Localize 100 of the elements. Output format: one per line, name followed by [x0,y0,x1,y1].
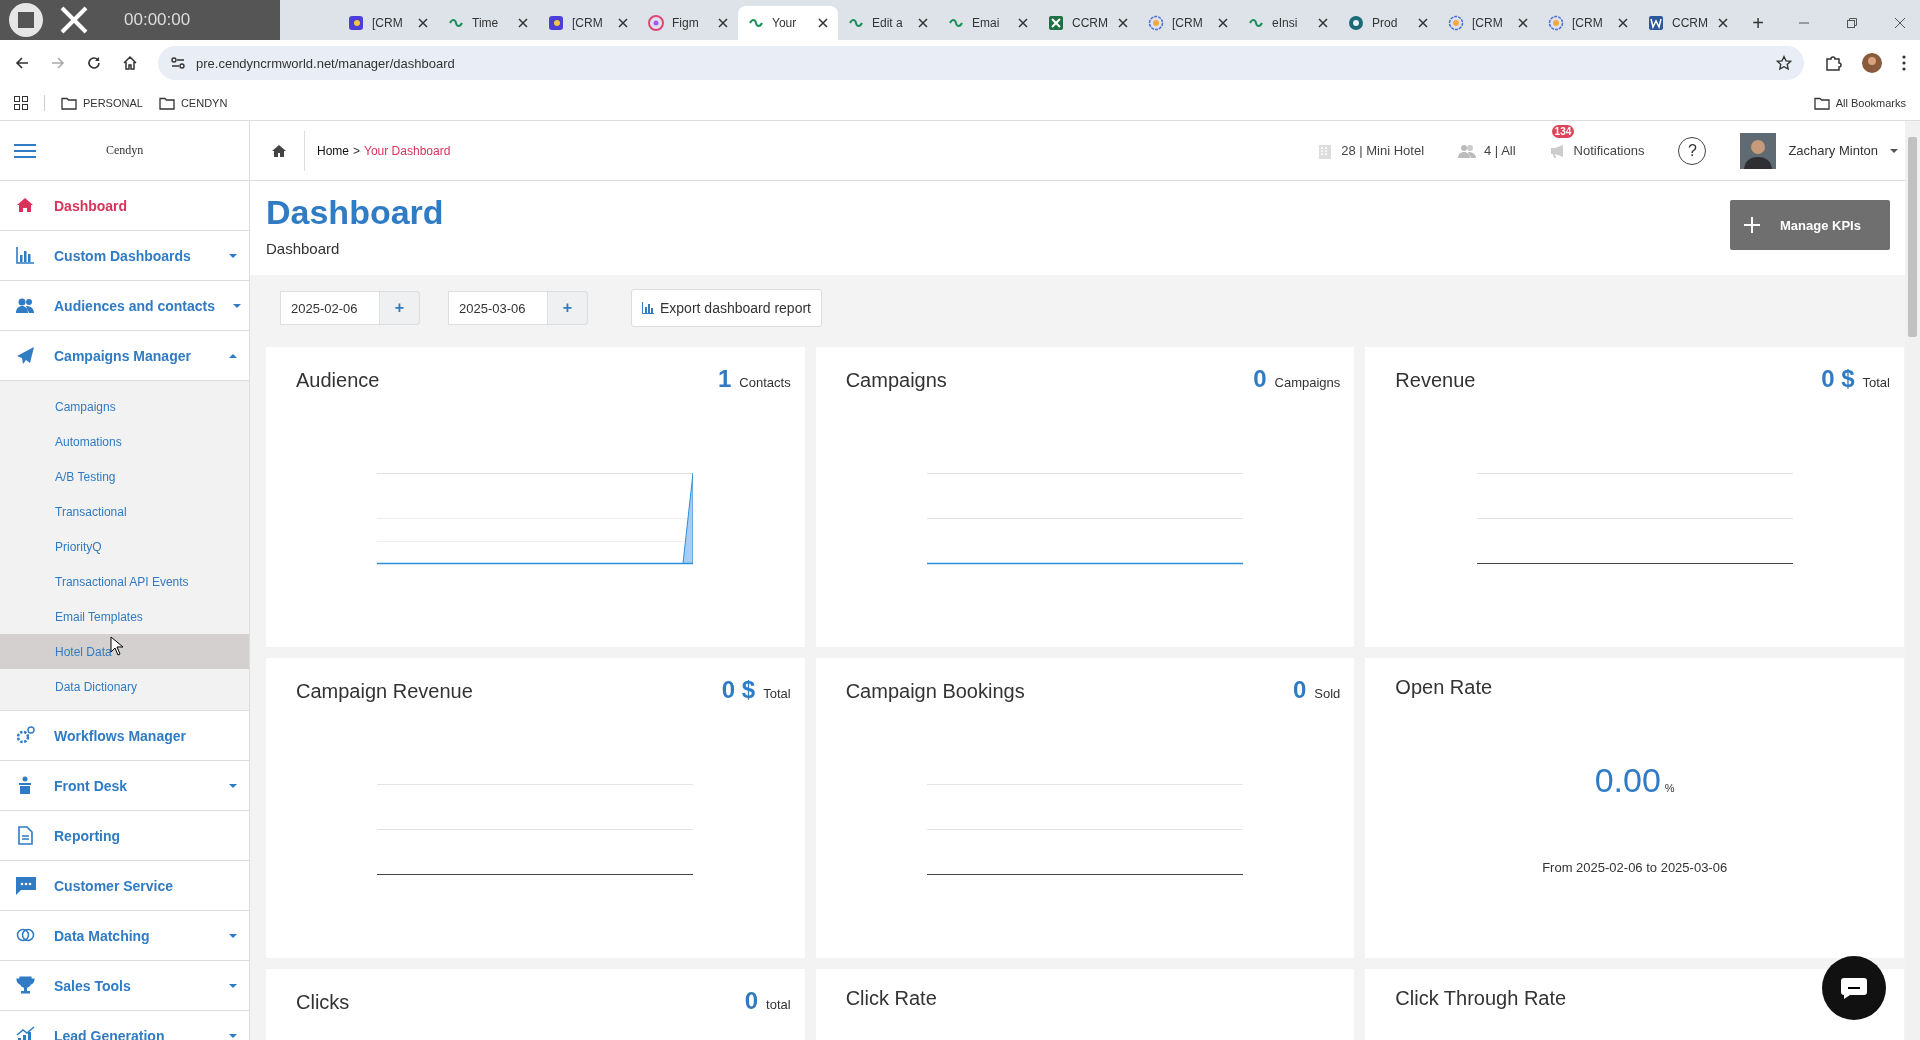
page-subtitle: Dashboard [266,240,341,257]
manage-kpis-button[interactable]: Manage KPIs [1730,200,1890,250]
browser-tab[interactable]: [CRM [338,6,438,40]
date-field[interactable]: 2025-03-06 [448,291,548,325]
date-field[interactable]: 2025-02-06 [280,291,380,325]
star-icon[interactable] [1776,55,1792,71]
nav-item[interactable]: Dashboard [0,181,249,231]
property-selector[interactable]: 28 | Mini Hotel [1317,142,1425,159]
help-button[interactable]: ? [1678,136,1707,165]
menu-icon[interactable] [14,142,36,159]
puzzle-icon[interactable] [1824,54,1842,72]
logo: Cendyn [106,143,144,158]
browser-tab[interactable]: [CRM [538,6,638,40]
export-button[interactable]: Export dashboard report [631,289,822,327]
submenu-item[interactable]: PriorityQ [0,529,249,564]
gears-icon [16,725,36,746]
growth-chart-icon [16,1025,36,1040]
nav-item[interactable]: Data Matching [0,911,249,961]
nav-item[interactable]: Custom Dashboards [0,231,249,281]
submenu-item[interactable]: Transactional [0,494,249,529]
close-icon[interactable] [1618,18,1628,28]
address-bar[interactable]: pre.cendyncrmworld.net/manager/dashboard [158,46,1804,80]
close-icon[interactable] [1418,18,1428,28]
back-icon[interactable] [14,55,30,71]
nav-item[interactable]: Audiences and contacts [0,281,249,331]
restore-icon[interactable] [1846,17,1858,29]
close-icon[interactable] [1518,18,1528,28]
home-icon[interactable] [122,55,138,71]
close-icon[interactable] [1018,18,1028,28]
close-icon[interactable] [1218,18,1228,28]
submenu-item[interactable]: Automations [0,424,249,459]
close-icon[interactable] [1118,18,1128,28]
add-date-button[interactable]: + [380,291,420,325]
close-icon[interactable] [618,18,628,28]
close-icon[interactable] [918,18,928,28]
close-icon[interactable] [518,18,528,28]
bookmarks-folder[interactable]: All Bookmarks [1813,96,1906,110]
browser-tab[interactable]: CCRM [1638,6,1738,40]
browser-tab[interactable]: Emai [938,6,1038,40]
close-icon[interactable] [418,18,428,28]
people-icon [1458,143,1477,158]
user-menu[interactable]: Zachary Minton [1740,132,1898,169]
site-settings-icon[interactable] [170,55,186,71]
home-icon[interactable] [272,143,286,158]
folder-icon [158,96,175,110]
browser-tab[interactable]: [CRM [1438,6,1538,40]
kpi-value: 0 $ [721,676,756,704]
close-icon[interactable] [818,18,828,28]
new-tab-button[interactable]: + [1738,6,1778,40]
browser-tab[interactable]: Prod [1338,6,1438,40]
browser-tab[interactable]: Your [738,6,838,40]
kpi-unit: Total [1862,375,1890,390]
trophy-icon [16,975,36,996]
kpi-value: 0.00 [1594,761,1661,799]
more-icon[interactable] [1902,55,1906,71]
submenu-item[interactable]: Email Templates [0,599,249,634]
page-title: Dashboard [266,193,444,232]
nav-item[interactable]: Customer Service [0,861,249,911]
submenu-item[interactable]: Transactional API Events [0,564,249,599]
browser-tab[interactable]: eInsi [1238,6,1338,40]
browser-tab[interactable]: Time [438,6,538,40]
close-icon[interactable] [1318,18,1328,28]
megaphone-icon [1549,143,1566,158]
submenu-item[interactable]: Data Dictionary [0,669,249,704]
reload-icon[interactable] [86,55,102,71]
nav-item[interactable]: Lead Generation [0,1011,249,1040]
nav-item[interactable]: Sales Tools [0,961,249,1011]
stop-icon[interactable] [6,0,46,40]
nav-item[interactable]: Workflows Manager [0,711,249,761]
nav-item[interactable]: Front Desk [0,761,249,811]
bookmark-folder[interactable]: PERSONAL [61,96,143,110]
user-group-selector[interactable]: 4 | All [1458,143,1516,158]
spreadsheet-icon [1048,15,1064,31]
breadcrumb-link[interactable]: Home [317,143,349,158]
circle-icon [1348,15,1364,31]
paper-plane-icon [16,345,36,366]
bookmark-folder[interactable]: CENDYN [158,96,228,110]
close-icon[interactable] [718,18,728,28]
add-date-button[interactable]: + [548,291,588,325]
browser-tab[interactable]: Edit a [838,6,938,40]
close-icon[interactable] [1894,17,1906,29]
apps-grid-icon[interactable] [14,96,28,110]
dotted-circle-icon [1548,15,1564,31]
close-icon[interactable] [1718,18,1728,28]
browser-tab[interactable]: [CRM [1538,6,1638,40]
kpi-unit: % [1664,782,1675,794]
card-title: Audience [296,369,380,392]
card-title: Campaigns [845,369,947,392]
browser-tab[interactable]: CCRM [1038,6,1138,40]
browser-tab[interactable]: [CRM [1138,6,1238,40]
avatar-icon[interactable] [1862,53,1882,73]
browser-tab[interactable]: Figm [638,6,738,40]
submenu-item[interactable]: Campaigns [0,389,249,424]
card-title: Campaign Revenue [296,680,473,703]
building-icon [1317,142,1334,159]
nav-item[interactable]: Reporting [0,811,249,861]
recording-timer: 00:00:00 [124,10,191,30]
submenu-item[interactable]: A/B Testing [0,459,249,494]
notification-count: 134 [1551,125,1575,138]
kpi-unit: Sold [1314,686,1341,701]
